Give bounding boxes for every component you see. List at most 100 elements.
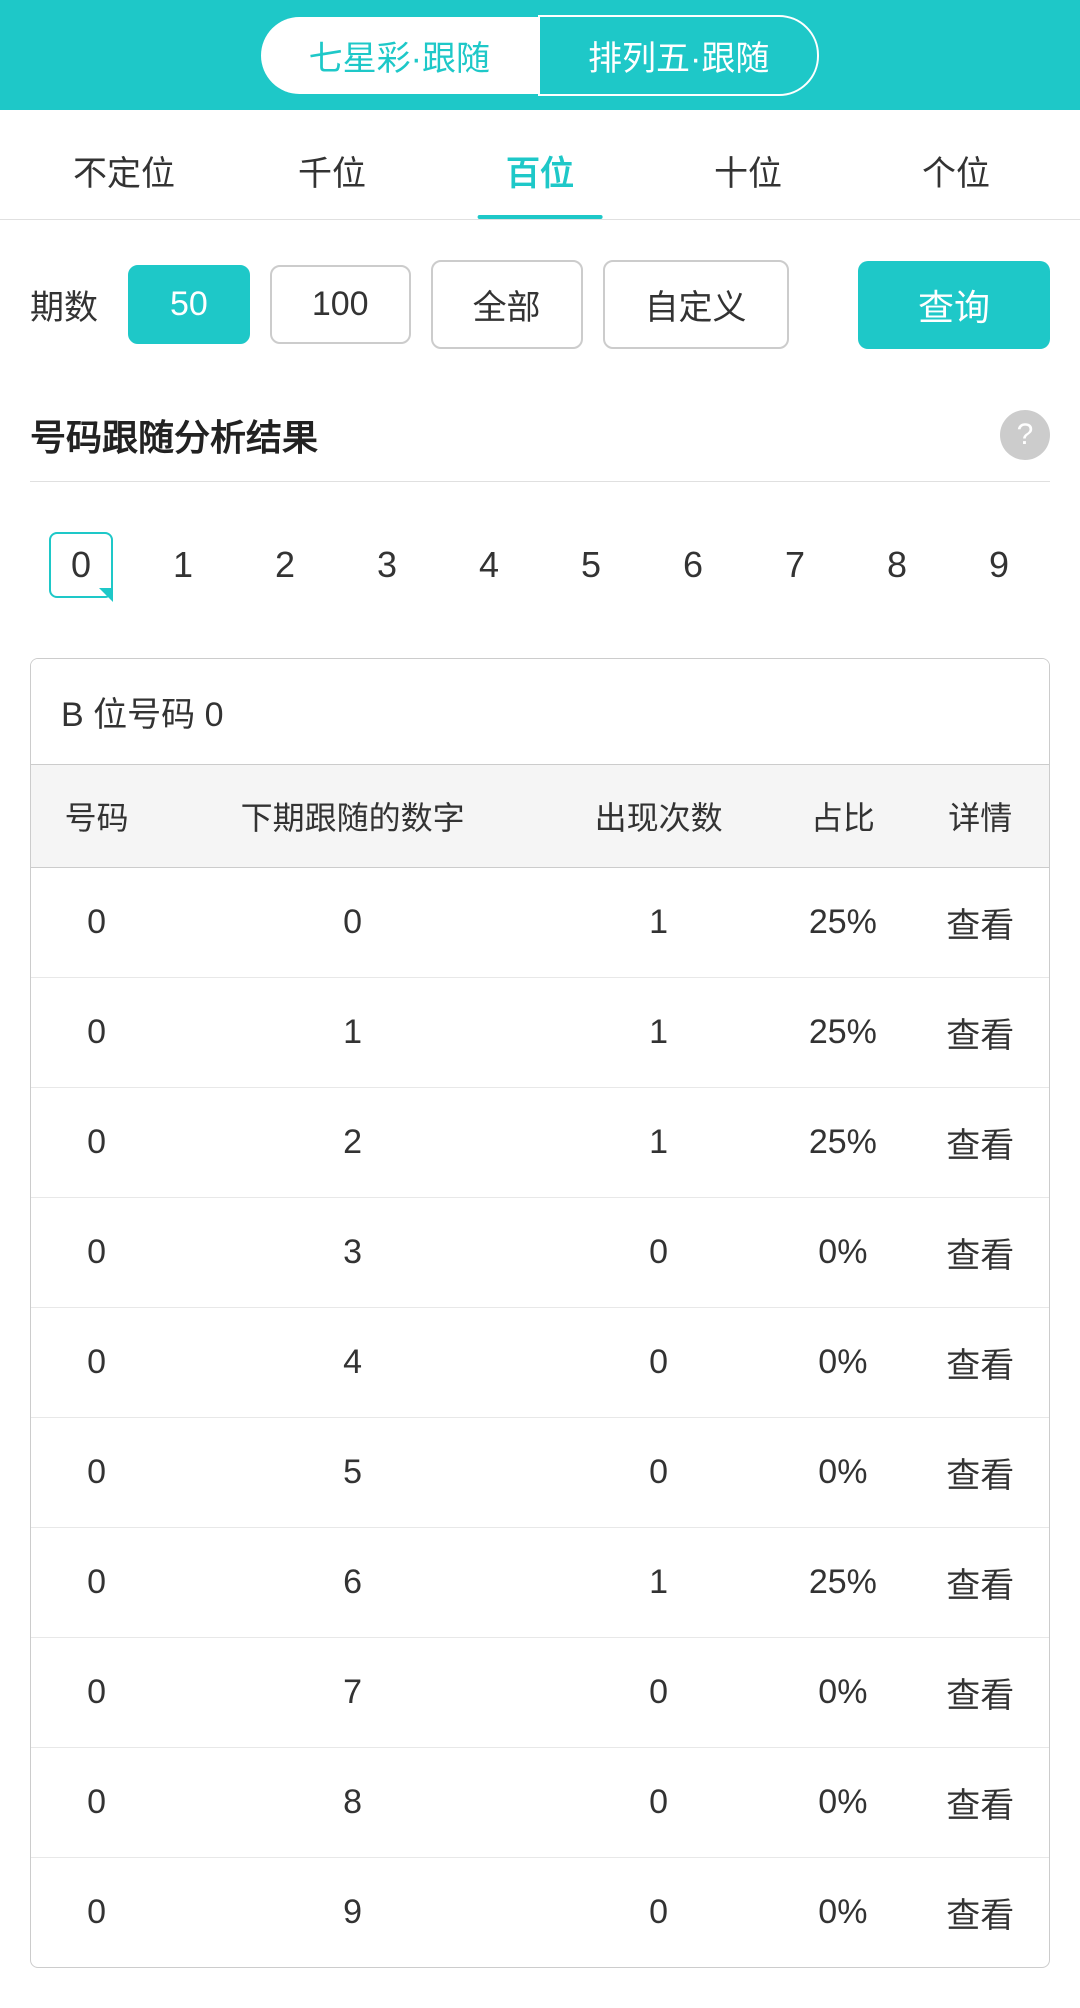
cell-value: 0 [31,1088,162,1198]
cell-value: 4 [162,1308,543,1418]
num-item-0[interactable]: 0 [30,512,132,618]
cell-value: 0 [31,1858,162,1968]
detail-link[interactable]: 查看 [912,1748,1049,1858]
num-item-6[interactable]: 6 [642,524,744,606]
table-row: 0400%查看 [31,1308,1049,1418]
num-item-1[interactable]: 1 [132,524,234,606]
num-item-5[interactable]: 5 [540,524,642,606]
nav-tabs: 不定位千位百位十位个位 [0,110,1080,220]
table-body: 00125%查看01125%查看02125%查看0300%查看0400%查看05… [31,868,1049,1968]
table-row: 0700%查看 [31,1638,1049,1748]
nav-tab-budinwei[interactable]: 不定位 [20,110,228,219]
period-btn-50[interactable]: 50 [128,265,250,344]
nav-tab-gewei[interactable]: 个位 [852,110,1060,219]
header-tab-qixingcai[interactable]: 七星彩·跟随 [261,17,538,94]
col-header-号码: 号码 [31,765,162,868]
cell-value: 0 [543,1748,774,1858]
header-tab-pailiewu[interactable]: 排列五·跟随 [538,15,819,96]
detail-link[interactable]: 查看 [912,1638,1049,1748]
cell-value: 0% [774,1198,911,1308]
help-icon[interactable]: ? [1000,410,1050,460]
detail-link[interactable]: 查看 [912,1528,1049,1638]
cell-value: 0 [543,1638,774,1748]
cell-value: 0 [31,868,162,978]
cell-value: 0% [774,1638,911,1748]
table-row: 0500%查看 [31,1418,1049,1528]
cell-value: 25% [774,978,911,1088]
num-item-8[interactable]: 8 [846,524,948,606]
cell-value: 1 [543,1528,774,1638]
col-header-详情: 详情 [912,765,1049,868]
data-table: 号码下期跟随的数字出现次数占比详情 00125%查看01125%查看02125%… [31,765,1049,1967]
col-header-下期跟随的数字: 下期跟随的数字 [162,765,543,868]
period-btn-100[interactable]: 100 [270,265,411,344]
table-row: 01125%查看 [31,978,1049,1088]
nav-tab-baiwei[interactable]: 百位 [436,110,644,219]
cell-value: 7 [162,1638,543,1748]
num-item-2[interactable]: 2 [234,524,336,606]
number-selector: 0123456789 [0,492,1080,638]
table-row: 0800%查看 [31,1748,1049,1858]
cell-value: 0% [774,1308,911,1418]
detail-link[interactable]: 查看 [912,1418,1049,1528]
cell-value: 0% [774,1748,911,1858]
cell-value: 0 [31,1748,162,1858]
table-row: 0900%查看 [31,1858,1049,1968]
result-title-section: 号码跟随分析结果 ? [0,389,1080,471]
period-btn-自定义[interactable]: 自定义 [603,260,789,349]
cell-value: 0 [543,1198,774,1308]
query-button[interactable]: 查询 [858,261,1050,349]
cell-value: 0 [31,1528,162,1638]
cell-value: 1 [543,978,774,1088]
result-title: 号码跟随分析结果 [30,409,318,461]
cell-value: 2 [162,1088,543,1198]
cell-value: 0 [543,1418,774,1528]
nav-tab-qianwei[interactable]: 千位 [228,110,436,219]
cell-value: 0 [31,1308,162,1418]
detail-link[interactable]: 查看 [912,1088,1049,1198]
cell-value: 0 [31,978,162,1088]
cell-value: 1 [162,978,543,1088]
cell-value: 25% [774,868,911,978]
num-item-9[interactable]: 9 [948,524,1050,606]
period-label: 期数 [30,280,98,329]
table-row: 00125%查看 [31,868,1049,978]
cell-value: 0 [31,1418,162,1528]
cell-value: 5 [162,1418,543,1528]
detail-link[interactable]: 查看 [912,868,1049,978]
detail-link[interactable]: 查看 [912,1308,1049,1418]
table-section: B 位号码 0 号码下期跟随的数字出现次数占比详情 00125%查看01125%… [30,658,1050,1968]
cell-value: 25% [774,1528,911,1638]
period-btn-全部[interactable]: 全部 [431,260,583,349]
col-header-占比: 占比 [774,765,911,868]
cell-value: 3 [162,1198,543,1308]
num-item-3[interactable]: 3 [336,524,438,606]
cell-value: 8 [162,1748,543,1858]
cell-value: 1 [543,1088,774,1198]
cell-value: 0 [31,1198,162,1308]
cell-value: 0% [774,1418,911,1528]
cell-value: 1 [543,868,774,978]
table-row: 02125%查看 [31,1088,1049,1198]
table-row: 0300%查看 [31,1198,1049,1308]
cell-value: 9 [162,1858,543,1968]
table-row: 06125%查看 [31,1528,1049,1638]
num-item-4[interactable]: 4 [438,524,540,606]
period-section: 期数 50 100 全部自定义查询 [0,220,1080,389]
cell-value: 6 [162,1528,543,1638]
detail-link[interactable]: 查看 [912,978,1049,1088]
cell-value: 0 [543,1858,774,1968]
header: 七星彩·跟随 排列五·跟随 [0,0,1080,110]
num-item-7[interactable]: 7 [744,524,846,606]
cell-value: 0% [774,1858,911,1968]
detail-link[interactable]: 查看 [912,1198,1049,1308]
detail-link[interactable]: 查看 [912,1858,1049,1968]
nav-tab-shiwei[interactable]: 十位 [644,110,852,219]
cell-value: 0 [31,1638,162,1748]
cell-value: 25% [774,1088,911,1198]
cell-value: 0 [543,1308,774,1418]
col-header-出现次数: 出现次数 [543,765,774,868]
divider [30,481,1050,482]
table-position-label: B 位号码 0 [31,659,1049,765]
cell-value: 0 [162,868,543,978]
